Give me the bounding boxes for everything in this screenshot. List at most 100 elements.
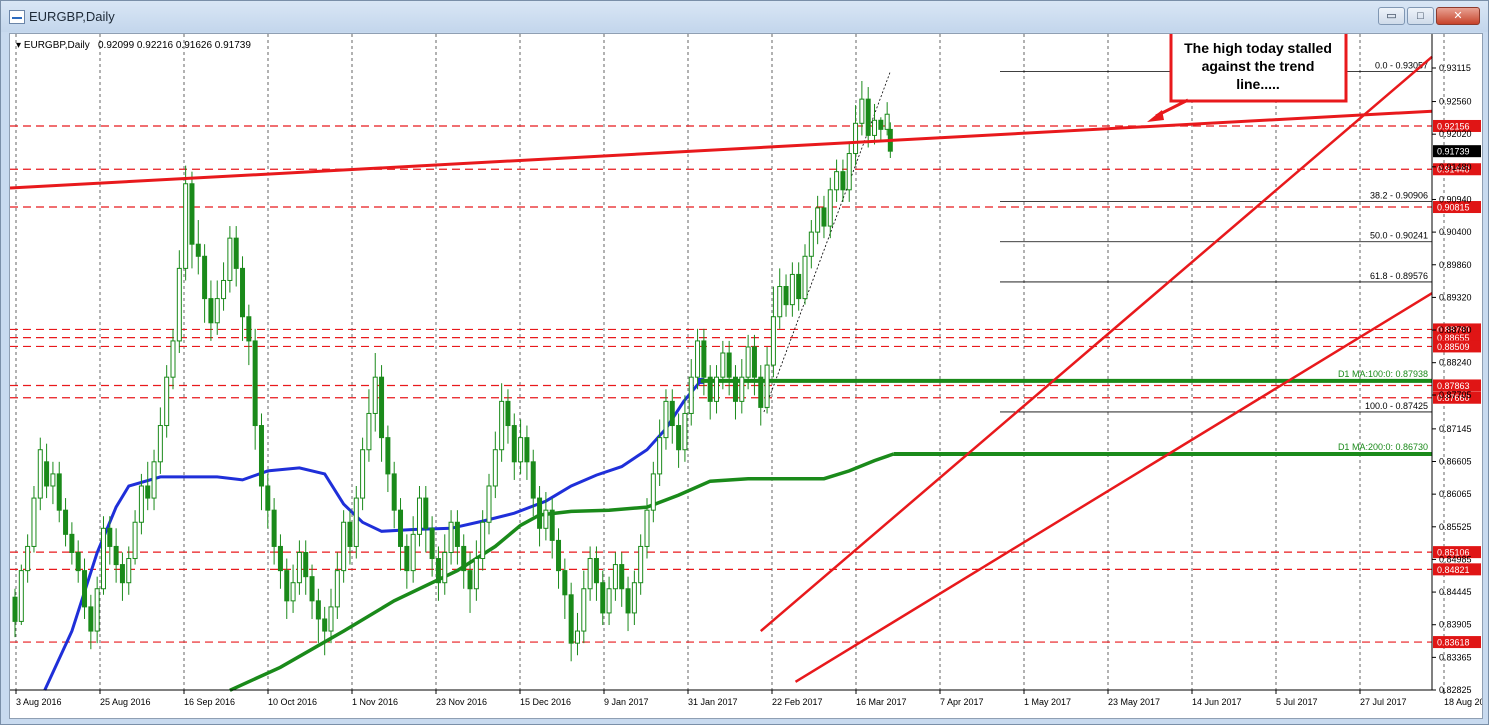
time-tick-label-7: 9 Jan 2017 (604, 697, 649, 707)
candle-body-42 (277, 545, 283, 572)
candle-body-74 (480, 521, 486, 560)
annotation-arrowhead (1147, 110, 1164, 122)
candle-body-117 (751, 346, 757, 378)
candle-body-9 (69, 533, 75, 553)
price-tick-label-1: 0.92560 (1439, 97, 1472, 107)
candle-body-55 (360, 449, 366, 499)
price-chart[interactable]: 0.921560.914400.908150.887900.886550.885… (9, 28, 1489, 718)
candle-body-111 (714, 376, 720, 402)
candle-body-135 (865, 98, 871, 136)
candle-body-89 (574, 630, 580, 644)
candle-body-24 (164, 376, 170, 427)
candle-body-125 (802, 255, 808, 300)
candle-body-86 (556, 539, 562, 572)
candle-body-17 (119, 564, 125, 584)
fib-label-1: 38.2 - 0.90906 (1370, 191, 1428, 201)
lower-trendline (794, 292, 1433, 683)
candle-body-23 (157, 425, 163, 463)
candle-body-37 (246, 316, 252, 342)
candle-body-43 (284, 570, 290, 602)
annotation-callout[interactable]: The high today stalled against the trend… (1147, 28, 1348, 122)
candle-body-26 (176, 267, 182, 342)
candle-body-130 (834, 171, 840, 191)
price-axis: 0.93115 0.92560 0.92020 0.91480 0.90940 0.904… (1431, 34, 1472, 695)
candle-body-46 (303, 551, 309, 578)
price-tick-label-14: 0.85525 (1439, 522, 1472, 532)
fib-label-4: 100.0 - 0.87425 (1365, 401, 1428, 411)
level-tag-label-5: 0.88509 (1437, 342, 1470, 352)
maximize-button[interactable]: □ (1407, 7, 1434, 25)
chart-window-icon (9, 10, 25, 24)
candle-body-127 (815, 207, 821, 233)
price-tick-label-5: 0.90400 (1439, 227, 1472, 237)
candle-body-108 (695, 340, 701, 378)
candle-body-48 (315, 600, 321, 620)
candle-body-63 (410, 533, 416, 572)
candle-body-104 (669, 400, 675, 427)
candle-body-110 (707, 376, 713, 402)
candle-body-13 (94, 588, 100, 632)
candle-body-20 (138, 485, 144, 523)
candle-body-14 (100, 527, 106, 590)
time-tick-label-15: 5 Jul 2017 (1276, 697, 1318, 707)
candle-body-107 (688, 376, 694, 414)
candle-body-82 (530, 461, 536, 499)
candle-body-50 (328, 606, 334, 632)
level-tag-label-10: 0.83618 (1437, 638, 1470, 648)
candle-body-87 (562, 570, 568, 596)
candle-body-96 (619, 564, 625, 590)
candle-body-12 (88, 606, 94, 632)
candle-body-51 (334, 570, 340, 608)
window-titlebar[interactable]: EURGBP,Daily ▭ □ ✕ (1, 1, 1488, 32)
candle-body-29 (195, 243, 201, 257)
close-button[interactable]: ✕ (1436, 7, 1480, 25)
candle-body-10 (75, 551, 81, 572)
candle-body-19 (132, 521, 138, 560)
candle-body-3 (31, 497, 37, 547)
time-tick-label-16: 27 Jul 2017 (1360, 697, 1407, 707)
candle-body-137 (878, 119, 884, 130)
candle-body-114 (732, 376, 738, 402)
minimize-button[interactable]: ▭ (1378, 7, 1405, 25)
horizontal-levels: 0.921560.914400.908150.887900.886550.885… (10, 119, 1481, 649)
annotation-line-2: against the trend (1202, 58, 1315, 74)
candle-body-40 (265, 485, 271, 511)
candle-body-30 (202, 255, 208, 300)
candle-body-93 (600, 582, 606, 614)
price-tick-label-7: 0.89320 (1439, 292, 1472, 302)
time-tick-label-2: 16 Sep 2016 (184, 697, 235, 707)
time-tick-label-13: 23 May 2017 (1108, 697, 1160, 707)
candle-body-49 (322, 618, 328, 632)
candle-body-61 (398, 509, 404, 547)
price-tick-label-10: 0.87705 (1439, 390, 1472, 400)
candle-body-134 (859, 98, 865, 124)
candle-body-94 (606, 588, 612, 614)
candle-body-4 (37, 449, 43, 499)
annotation-line-1: The high today stalled (1184, 40, 1332, 56)
candle-body-99 (638, 545, 644, 584)
candle-body-128 (821, 207, 827, 227)
price-tick-label-16: 0.84445 (1439, 587, 1472, 597)
candle-body-32 (214, 298, 220, 324)
candle-body-75 (486, 485, 492, 523)
fib-label-2: 50.0 - 0.90241 (1370, 231, 1428, 241)
candle-body-39 (258, 425, 264, 487)
candle-body-70 (454, 521, 460, 547)
candle-body-120 (770, 316, 776, 366)
candle-body-113 (726, 352, 732, 378)
candle-body-27 (183, 183, 189, 269)
candle-body-126 (808, 231, 814, 257)
price-tick-label-9: 0.88240 (1439, 358, 1472, 368)
candle-body-106 (682, 412, 688, 451)
candle-body-15 (107, 527, 113, 547)
time-tick-label-5: 23 Nov 2016 (436, 697, 487, 707)
ma200-line (229, 452, 895, 692)
candle-body-22 (151, 461, 157, 499)
candle-body-0 (12, 596, 18, 622)
candle-body-7 (56, 473, 62, 511)
candle-body-80 (518, 437, 524, 463)
chart-area[interactable]: 0.92156 0.91440 0.90815 0.88790 0.88655 0.885… (9, 28, 1489, 719)
candle-body-52 (341, 521, 347, 572)
candle-body-132 (846, 153, 852, 191)
candle-body-73 (473, 558, 479, 590)
